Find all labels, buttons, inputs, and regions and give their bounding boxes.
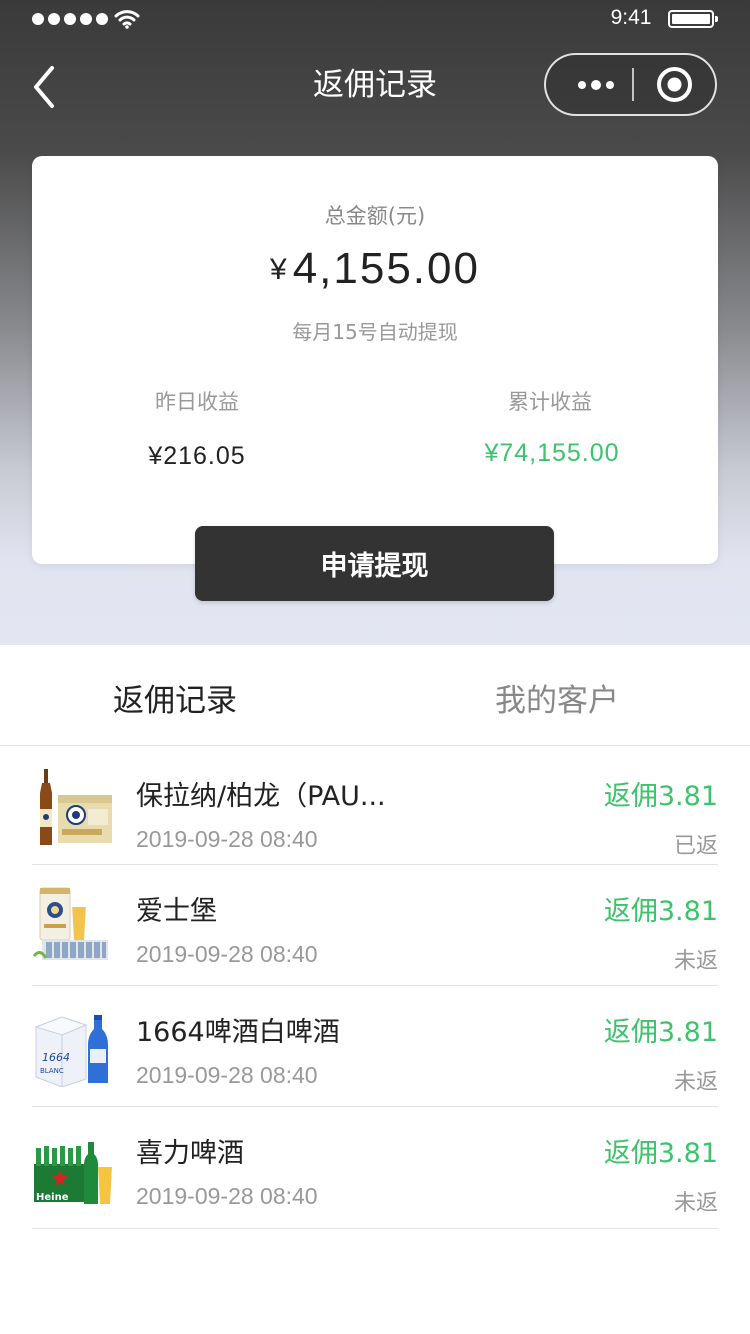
status-time: 9:41 [610, 6, 652, 29]
apply-withdraw-button[interactable]: 申请提现 [195, 526, 554, 601]
status-bar: 9:41 [0, 0, 750, 40]
wifi-icon [114, 10, 140, 29]
product-name: 保拉纳/柏龙（PAU... [136, 781, 386, 812]
total-amount: ¥4,155.00 [32, 244, 718, 294]
commission-status: 未返 [673, 1070, 718, 1095]
paulaner-beer-product-image [40, 769, 112, 845]
battery-icon [668, 10, 718, 28]
record-date: 2019-09-28 08:40 [136, 941, 318, 967]
total-amount-label: 总金额(元) [324, 204, 426, 228]
list-item[interactable]: 保拉纳/柏龙（PAU... 2019-09-28 08:40 返佣3.81 已返 [32, 746, 718, 865]
tab-my-customers[interactable]: 我的客户 [495, 675, 619, 720]
yesterday-earnings-value: ¥216.05 [148, 442, 246, 470]
commission-amount: 返佣3.81 [603, 1017, 718, 1048]
list-item[interactable]: 1664 BLANC 1664啤酒白啤酒 2019-09-28 08:40 返佣… [32, 986, 718, 1107]
commission-records-list: 保拉纳/柏龙（PAU... 2019-09-28 08:40 返佣3.81 已返… [32, 746, 718, 1229]
more-options-button[interactable] [566, 55, 626, 114]
svg-text:BLANC: BLANC [40, 1067, 64, 1075]
tab-bar: 返佣记录 我的客户 [0, 645, 750, 746]
commission-status: 未返 [673, 1191, 718, 1216]
product-name: 喜力啤酒 [136, 1138, 244, 1169]
list-item[interactable]: 爱士堡 2019-09-28 08:40 返佣3.81 未返 [32, 865, 718, 986]
commission-status: 已返 [673, 834, 718, 859]
yesterday-earnings: 昨日收益 [67, 386, 327, 416]
eichbaum-beer-product-image [32, 887, 108, 960]
tab-commission-records[interactable]: 返佣记录 [113, 675, 237, 720]
record-date: 2019-09-28 08:40 [136, 1183, 318, 1209]
auto-withdraw-note: 每月15号自动提现 [292, 320, 458, 344]
kronenbourg-1664-blanc-product-image: 1664 BLANC [34, 1015, 108, 1087]
earnings-summary-card: 总金额(元) ¥4,155.00 每月15号自动提现 昨日收益 ¥216.05 … [32, 156, 718, 564]
product-name: 1664啤酒白啤酒 [136, 1017, 340, 1048]
chevron-left-icon [34, 66, 54, 108]
capsule-divider [632, 68, 634, 101]
cumulative-earnings-label: 累计收益 [508, 390, 592, 414]
product-name: 爱士堡 [136, 896, 217, 927]
total-amount-value: 4,155.00 [292, 244, 480, 293]
cumulative-earnings: 累计收益 [420, 386, 680, 416]
record-date: 2019-09-28 08:40 [136, 1062, 318, 1088]
page-title: 返佣记录 [313, 67, 437, 103]
heineken-beer-product-image: Heine [34, 1142, 112, 1204]
commission-amount: 返佣3.81 [603, 781, 718, 812]
commission-status: 未返 [673, 949, 718, 974]
signal-strength-icon [32, 13, 108, 25]
commission-amount: 返佣3.81 [603, 896, 718, 927]
back-button[interactable] [26, 62, 66, 112]
record-date: 2019-09-28 08:40 [136, 826, 318, 852]
svg-text:Heine: Heine [36, 1192, 69, 1203]
svg-text:1664: 1664 [42, 1051, 70, 1064]
list-item[interactable]: Heine 喜力啤酒 2019-09-28 08:40 返佣3.81 未返 [32, 1107, 718, 1229]
yesterday-earnings-label: 昨日收益 [155, 390, 239, 414]
mini-program-capsule [544, 53, 717, 116]
cumulative-earnings-value: ¥74,155.00 [484, 439, 620, 467]
close-mini-program-icon[interactable] [656, 66, 693, 103]
currency-symbol: ¥ [270, 253, 287, 286]
commission-amount: 返佣3.81 [603, 1138, 718, 1169]
